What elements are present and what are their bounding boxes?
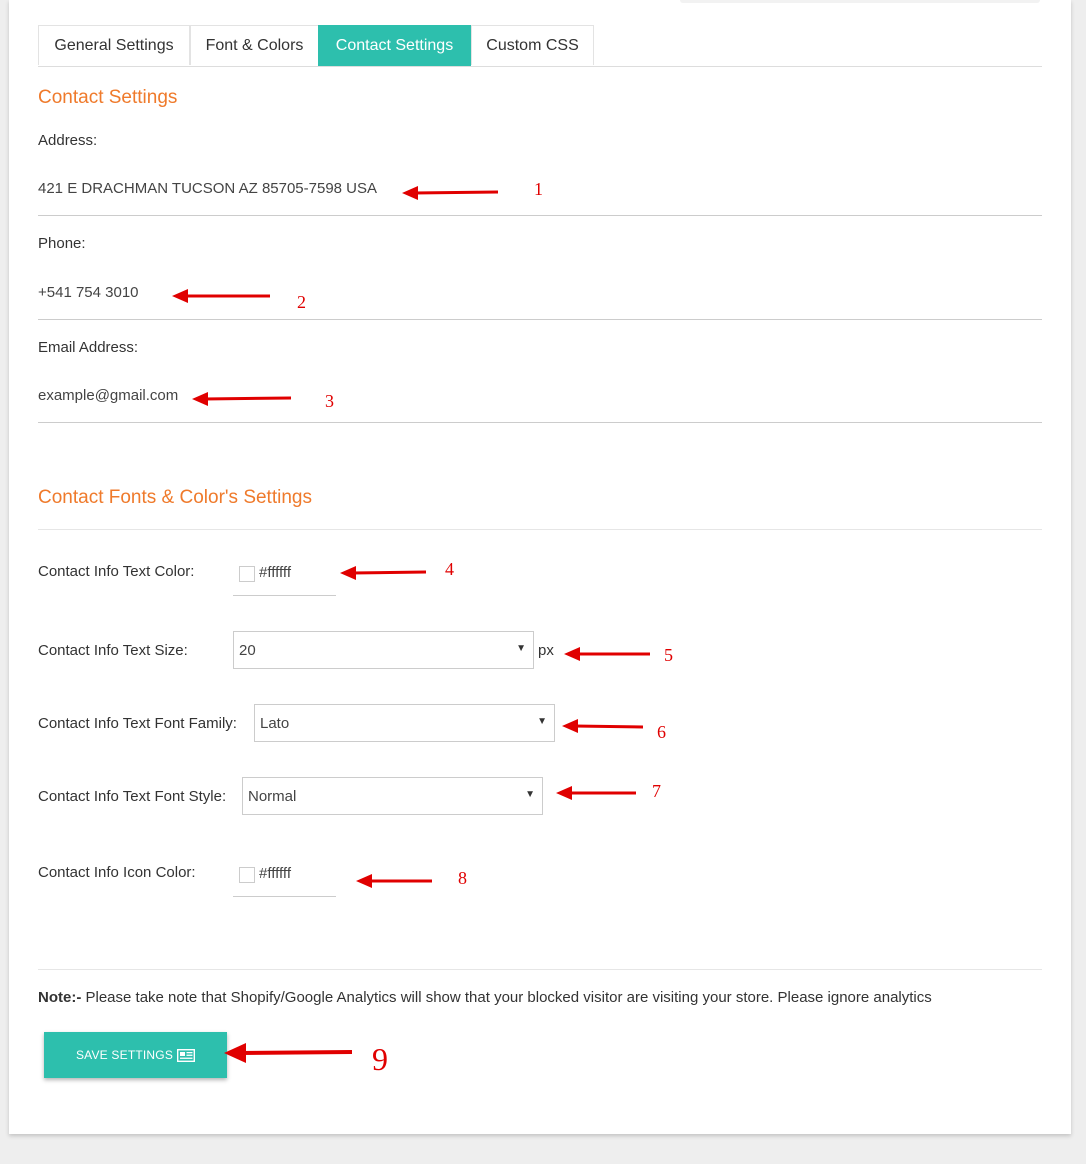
annotation-number-6: 6 <box>657 722 666 742</box>
annotation-number-7: 7 <box>652 781 661 801</box>
icon-color-value[interactable]: #ffffff <box>259 865 291 882</box>
settings-tabs: General Settings Font & Colors Contact S… <box>38 25 1042 67</box>
icon-color-label: Contact Info Icon Color: <box>38 864 196 881</box>
annotation-number-3: 3 <box>325 391 334 411</box>
font-style-select[interactable]: Normal ▼ <box>242 777 543 815</box>
email-label: Email Address: <box>38 339 139 356</box>
text-color-value[interactable]: #ffffff <box>259 564 291 581</box>
address-label: Address: <box>38 132 98 149</box>
contact-settings-title: Contact Settings <box>38 87 178 108</box>
font-family-select[interactable]: Lato ▼ <box>254 704 555 742</box>
text-color-picker[interactable]: #ffffff <box>233 558 336 596</box>
icon-color-picker[interactable]: #ffffff <box>233 859 336 897</box>
chevron-down-icon: ▼ <box>537 716 547 727</box>
annotation-arrow-3 <box>192 392 292 406</box>
font-family-label: Contact Info Text Font Family: <box>38 715 237 732</box>
newspaper-icon <box>177 1048 196 1062</box>
phone-input[interactable]: +541 754 3010 <box>38 284 139 301</box>
save-settings-label: SAVE SETTINGS <box>75 1048 174 1062</box>
address-underline <box>38 215 1042 216</box>
text-size-value: 20 <box>239 642 256 659</box>
phone-label: Phone: <box>38 235 86 252</box>
font-style-value: Normal <box>248 788 297 805</box>
tab-custom-css[interactable]: Custom CSS <box>471 25 594 65</box>
text-size-label: Contact Info Text Size: <box>38 642 188 659</box>
annotation-arrow-4 <box>340 566 427 580</box>
top-bar-hint <box>680 0 1040 3</box>
email-input[interactable]: example@gmail.com <box>38 387 178 404</box>
note-text: Please take note that Shopify/Google Ana… <box>81 989 932 1006</box>
text-color-swatch[interactable] <box>239 566 255 582</box>
text-color-label: Contact Info Text Color: <box>38 563 195 580</box>
annotation-number-1: 1 <box>534 179 543 199</box>
annotation-arrow-1 <box>402 186 499 200</box>
phone-underline <box>38 319 1042 320</box>
chevron-down-icon: ▼ <box>516 643 526 654</box>
address-input[interactable]: 421 E DRACHMAN TUCSON AZ 85705-7598 USA <box>38 180 377 197</box>
text-size-select[interactable]: 20 ▼ <box>233 631 534 669</box>
tab-font-colors[interactable]: Font & Colors <box>190 25 319 65</box>
annotation-arrow-8 <box>356 874 432 888</box>
save-settings-button[interactable]: SAVE SETTINGS <box>44 1032 227 1078</box>
annotation-number-2: 2 <box>297 292 306 312</box>
annotation-arrow-9 <box>224 1043 353 1063</box>
note-prefix: Note:- <box>38 989 82 1006</box>
annotation-number-9: 9 <box>372 1041 388 1077</box>
note-divider <box>38 969 1042 970</box>
text-size-unit: px <box>538 642 554 659</box>
font-family-value: Lato <box>260 715 290 732</box>
annotation-arrow-7 <box>556 786 636 800</box>
section-divider <box>38 529 1042 530</box>
annotation-arrow-2 <box>172 289 270 303</box>
annotation-arrow-6 <box>562 719 644 733</box>
icon-color-swatch[interactable] <box>239 867 255 883</box>
contact-fonts-title: Contact Fonts & Color's Settings <box>38 487 312 508</box>
font-style-label: Contact Info Text Font Style: <box>38 788 227 805</box>
annotation-number-8: 8 <box>458 868 467 888</box>
chevron-down-icon: ▼ <box>525 789 535 800</box>
analytics-note: Note:- Please take note that Shopify/Goo… <box>38 989 932 1006</box>
annotation-number-4: 4 <box>445 559 454 579</box>
tab-contact-settings[interactable]: Contact Settings <box>318 25 471 66</box>
annotation-arrow-5 <box>564 647 650 661</box>
tab-general-settings[interactable]: General Settings <box>38 25 190 65</box>
email-underline <box>38 422 1042 423</box>
annotation-number-5: 5 <box>664 645 673 665</box>
